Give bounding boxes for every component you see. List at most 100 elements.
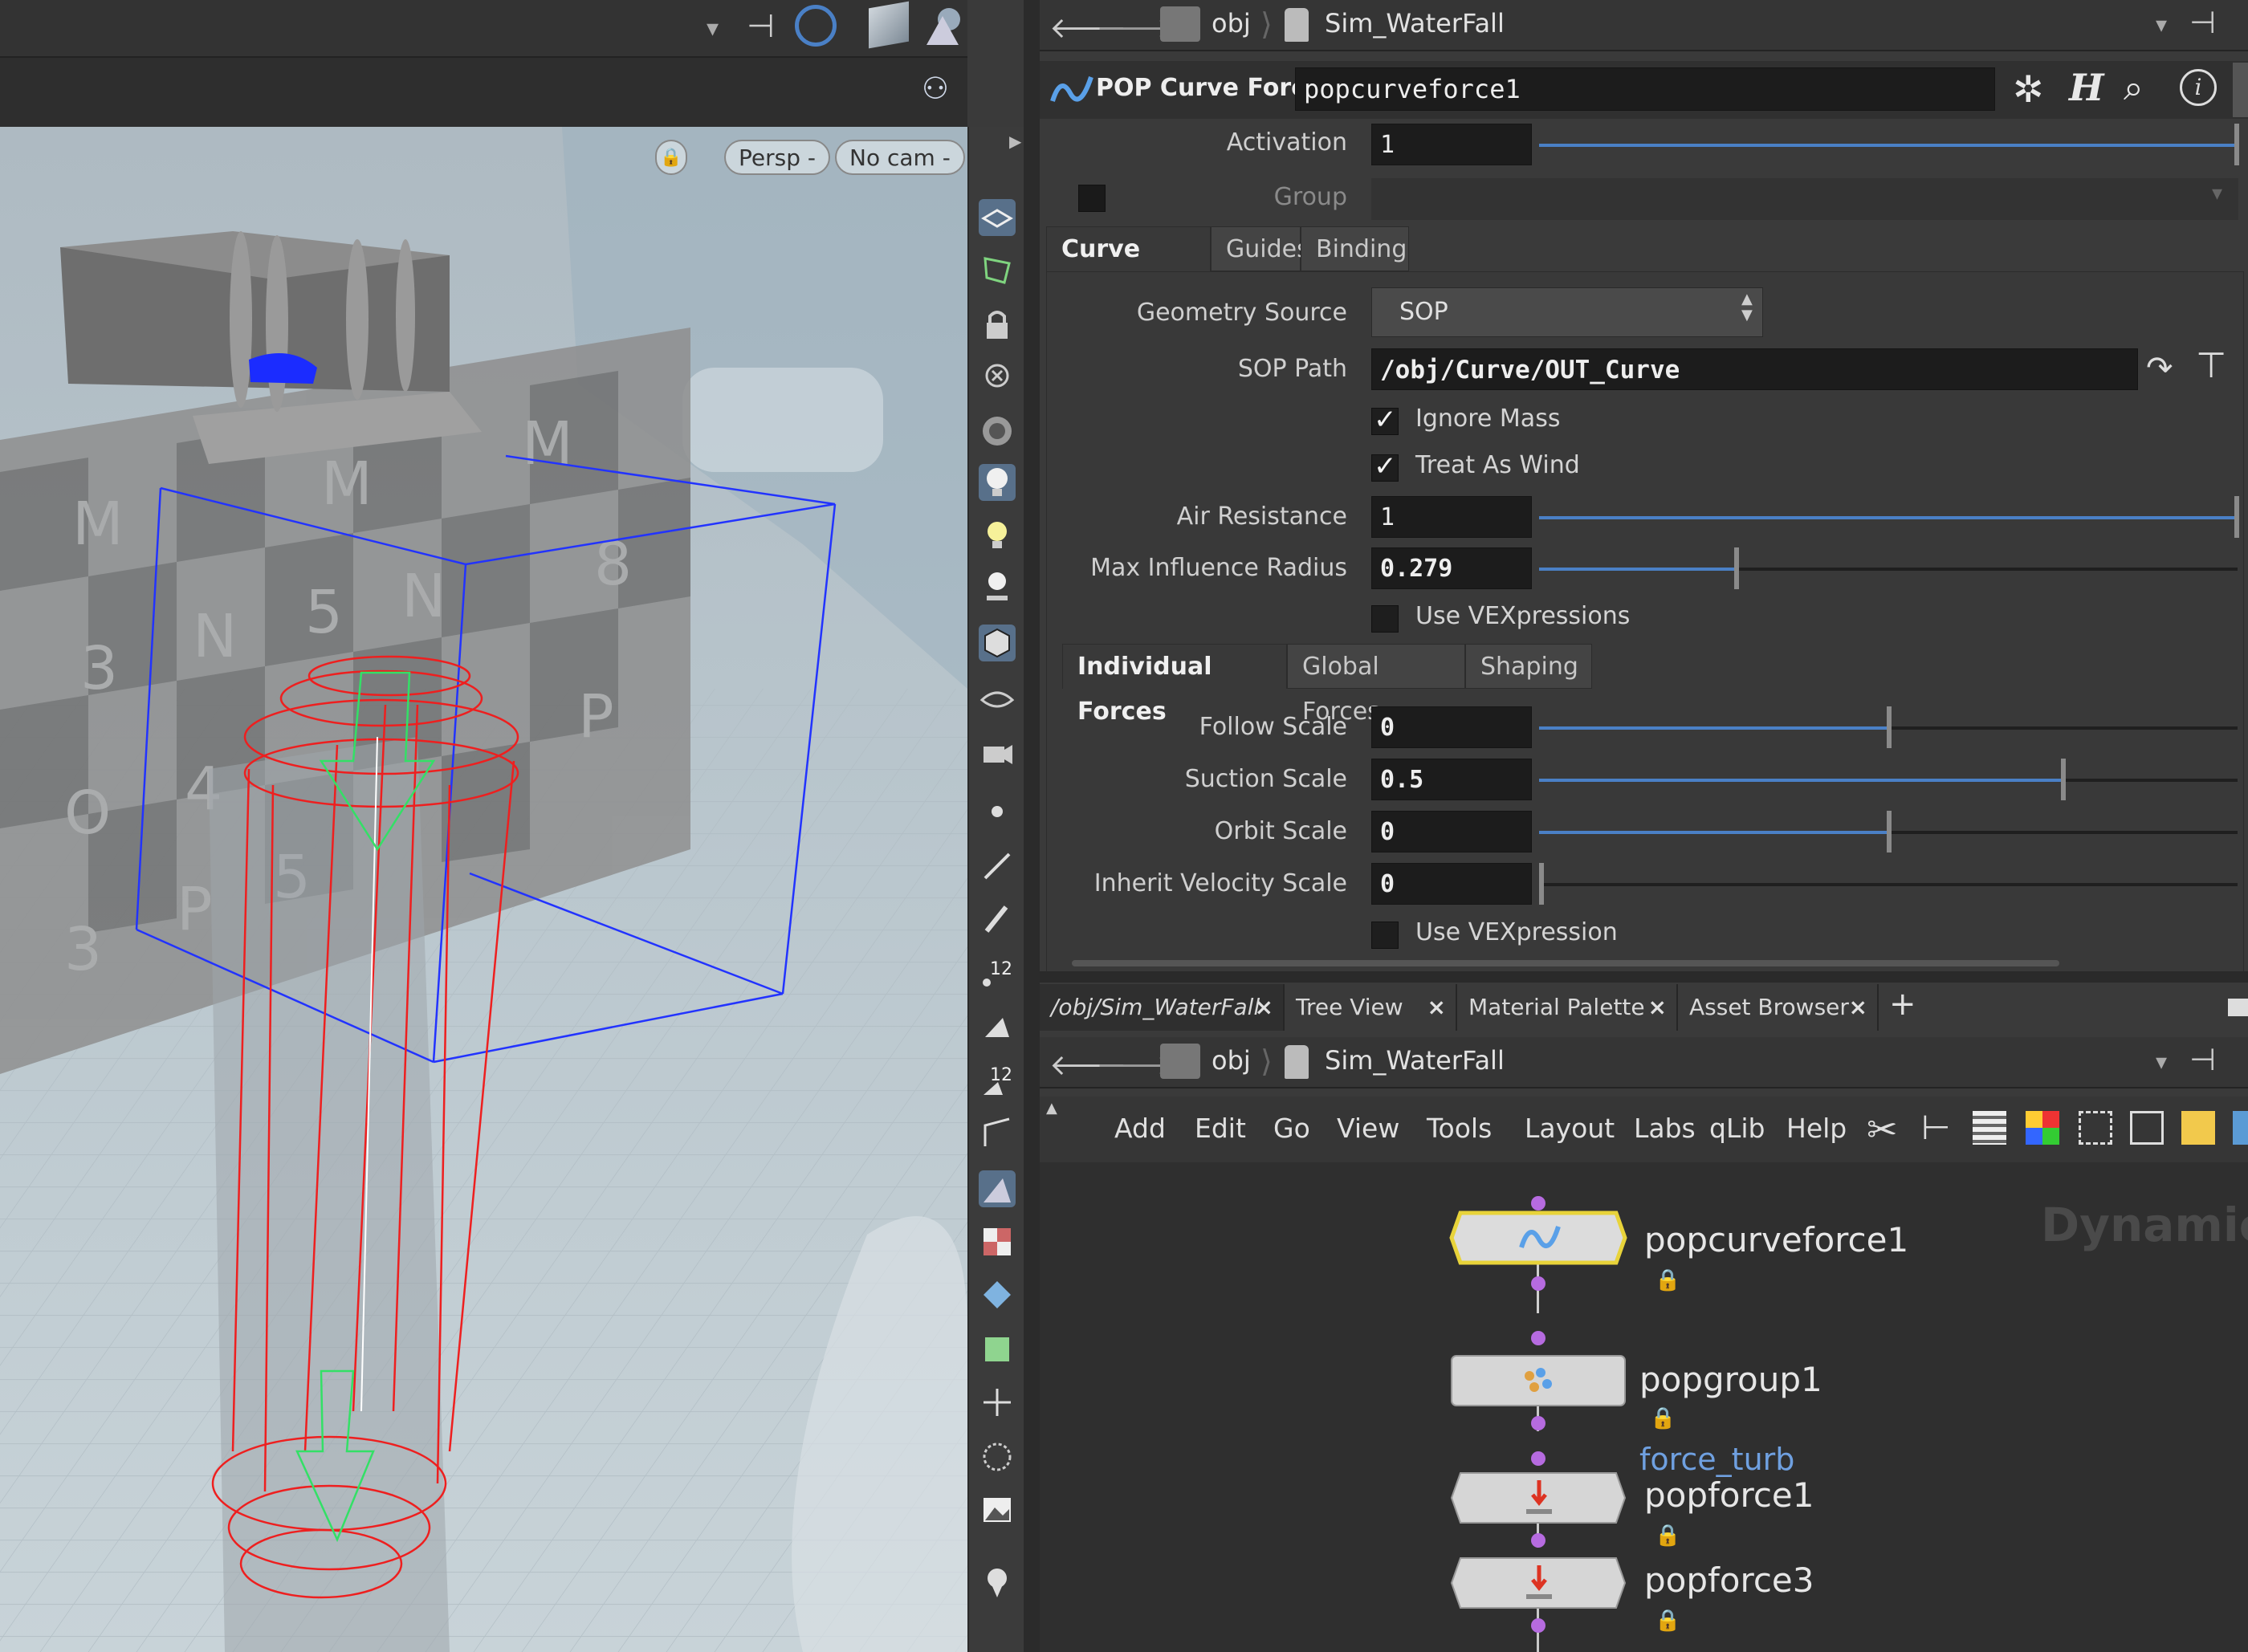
camera-projection-menu[interactable]: Persp - [724, 140, 830, 175]
cube-icon[interactable] [869, 1, 909, 49]
suction-scale-slider-handle[interactable] [2061, 759, 2066, 800]
close-icon[interactable]: × [1255, 984, 1273, 1031]
air-resistance-slider-handle[interactable] [2234, 496, 2239, 538]
path-root[interactable]: obj [1212, 8, 1251, 39]
lock-view-button[interactable]: 🔒 [655, 140, 687, 175]
subtab-individual-forces[interactable]: Individual Forces [1062, 644, 1287, 726]
bounding-box-icon[interactable] [979, 1331, 1016, 1368]
normal-icon[interactable] [979, 846, 1016, 883]
lock-icon[interactable]: 🔒 [1655, 1268, 1680, 1292]
pane-maximize-icon[interactable] [2228, 999, 2248, 1016]
menu-tools[interactable]: Tools [1427, 1113, 1492, 1144]
node-name-field[interactable]: popcurveforce1 [1295, 67, 1995, 111]
checker-texture-icon[interactable] [979, 1223, 1016, 1260]
pin-icon[interactable]: ⊣ [2189, 1042, 2216, 1077]
path-root[interactable]: obj [1212, 1045, 1251, 1076]
origin-icon[interactable] [979, 1384, 1016, 1421]
menu-edit[interactable]: Edit [1195, 1113, 1246, 1144]
add-tab-icon[interactable]: + [1889, 986, 1916, 1023]
output-connector[interactable] [1531, 1618, 1546, 1633]
tree-layout-icon[interactable]: ⊢ [1921, 1108, 1951, 1147]
menu-add[interactable]: Add [1114, 1113, 1166, 1144]
ghost-icon[interactable] [979, 1438, 1016, 1475]
lights-icon[interactable] [922, 5, 965, 48]
display-eye-icon[interactable] [979, 681, 1016, 718]
dropdown-arrow-icon[interactable]: ▾ [707, 14, 719, 43]
path-dropdown-icon[interactable]: ▾ [2156, 11, 2167, 38]
max-influence-radius-slider-handle[interactable] [1734, 547, 1739, 589]
brush-icon[interactable] [979, 899, 1016, 936]
close-icon[interactable]: × [1648, 984, 1667, 1031]
camera-icon[interactable] [979, 734, 1016, 771]
close-icon[interactable]: × [1427, 984, 1446, 1031]
viewport-3d-scene[interactable]: MMM 3N5N8 O4P 3P5 [0, 127, 967, 1652]
max-influence-radius-field[interactable]: 0.279 [1371, 547, 1532, 589]
headlight-icon[interactable] [979, 517, 1016, 554]
sticky-note-icon[interactable] [2181, 1111, 2215, 1145]
vertex-normal-icon[interactable] [979, 1170, 1016, 1207]
menu-qlib[interactable]: qLib [1709, 1113, 1765, 1144]
input-connector[interactable] [1531, 1451, 1546, 1466]
output-connector[interactable] [1531, 1533, 1546, 1548]
wrench-icon[interactable]: ✂ [1867, 1108, 1898, 1151]
jump-to-operator-icon[interactable]: ↷ [2146, 350, 2173, 387]
follow-scale-slider-handle[interactable] [1887, 706, 1892, 748]
use-vexpressions-checkbox[interactable] [1371, 605, 1399, 633]
operator-chooser-icon[interactable]: ⊤ [2196, 345, 2226, 386]
pane-tab-material-palette[interactable]: Material Palette × [1457, 984, 1678, 1031]
output-connector[interactable] [1531, 1276, 1546, 1291]
snap-icon[interactable] [979, 413, 1016, 450]
node-popforce3[interactable] [1449, 1556, 1627, 1610]
treat-as-wind-checkbox[interactable]: ✓ [1371, 450, 1399, 482]
subtab-shaping[interactable]: Shaping [1465, 644, 1592, 689]
ignore-mass-checkbox[interactable]: ✓ [1371, 404, 1399, 436]
pin-location-icon[interactable] [979, 1564, 1016, 1601]
scene-viewport[interactable]: ▾ ⊣ ⚇ ? [0, 0, 967, 1652]
menu-layout[interactable]: Layout [1525, 1113, 1615, 1144]
network-box-icon[interactable] [2130, 1111, 2164, 1145]
node-name-label[interactable]: popcurveforce1 [1644, 1220, 1908, 1259]
background-image-icon[interactable] [2233, 1111, 2248, 1145]
menu-help[interactable]: Help [1786, 1113, 1847, 1144]
node-popforce1[interactable] [1449, 1471, 1627, 1525]
target-icon[interactable] [795, 5, 837, 47]
menu-go[interactable]: Go [1273, 1113, 1310, 1144]
gear-icon[interactable]: ✲ [2013, 67, 2044, 111]
prim-numbers-icon[interactable]: 12 [979, 1061, 1016, 1098]
camera-menu[interactable]: No cam - [835, 140, 965, 175]
node-popcurveforce1[interactable] [1449, 1211, 1627, 1265]
shading-cube-icon[interactable] [979, 625, 1016, 661]
input-connector[interactable] [1531, 1331, 1546, 1345]
lock-icon[interactable]: 🔒 [1655, 1609, 1680, 1633]
list-view-icon[interactable] [1973, 1111, 2006, 1145]
group-toggle[interactable] [1078, 185, 1106, 212]
pin-icon[interactable]: ⊣ [747, 8, 775, 45]
pane-tab-network[interactable]: /obj/Sim_WaterFall × [1040, 984, 1285, 1031]
path-node[interactable]: Sim_WaterFall [1325, 8, 1505, 39]
node-name-label[interactable]: popforce1 [1644, 1475, 1814, 1515]
prim-icon[interactable] [979, 1007, 1016, 1044]
uv-icon[interactable] [979, 1276, 1016, 1313]
collapse-arrow-icon[interactable]: ▲ [1046, 1100, 1057, 1117]
activation-field[interactable]: 1 [1371, 124, 1532, 165]
pane-splitter-horizontal[interactable] [1040, 971, 2248, 983]
pane-tab-asset-browser[interactable]: Asset Browser × [1678, 984, 1879, 1031]
light-bulb-icon[interactable] [979, 464, 1016, 501]
path-node[interactable]: Sim_WaterFall [1325, 1045, 1505, 1076]
geometry-source-menu[interactable]: SOP ▲ ▼ [1371, 287, 1763, 337]
path-dropdown-icon[interactable]: ▾ [2156, 1048, 2167, 1075]
activation-slider-handle[interactable] [2234, 124, 2239, 165]
air-resistance-field[interactable]: 1 [1371, 496, 1532, 538]
pane-tab-tree-view[interactable]: Tree View × [1285, 984, 1457, 1031]
menu-view[interactable]: View [1337, 1113, 1399, 1144]
hide-icon[interactable] [979, 360, 1016, 397]
node-name-label[interactable]: popforce3 [1644, 1560, 1814, 1600]
tab-curve-force[interactable]: Curve Force [1046, 226, 1211, 308]
edge-icon[interactable] [979, 1114, 1016, 1151]
close-icon[interactable]: × [1849, 984, 1867, 1031]
light-add-icon[interactable] [979, 568, 1016, 605]
node-name-label[interactable]: popgroup1 [1639, 1360, 1822, 1399]
lock-icon[interactable] [979, 307, 1016, 344]
uv-select-icon[interactable] [979, 250, 1016, 287]
orbit-scale-slider-handle[interactable] [1887, 811, 1892, 852]
